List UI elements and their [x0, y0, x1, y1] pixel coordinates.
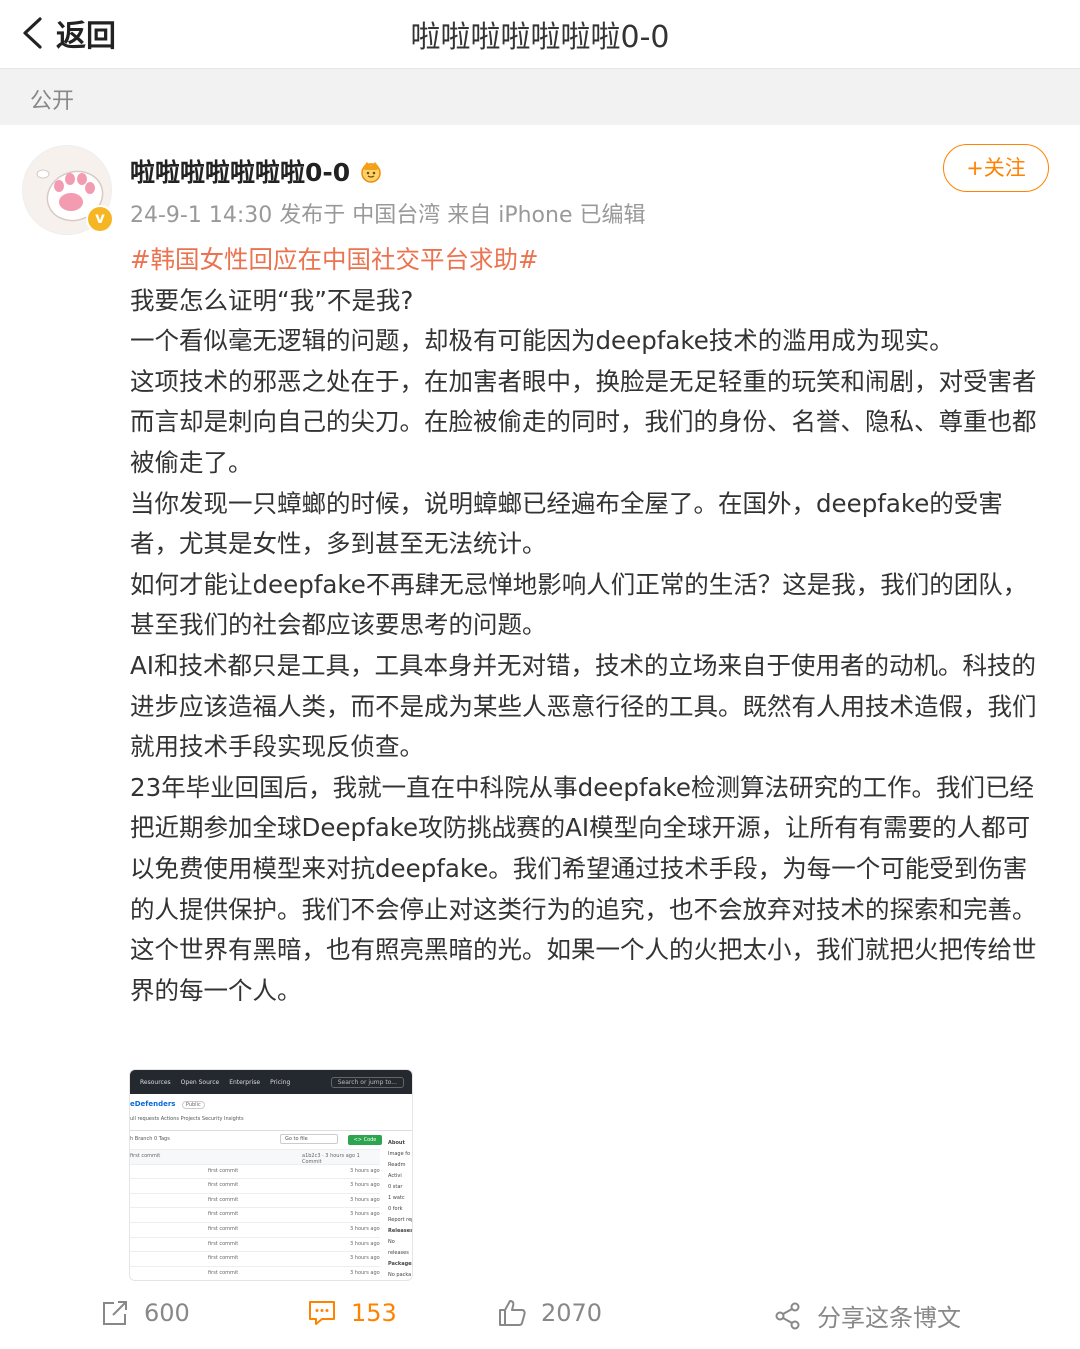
thumb-file-row: first commit 3 hours ago: [130, 1236, 380, 1252]
thumb-commit-label: first commit: [130, 1153, 161, 1159]
thumb-file-row: first commit 3 hours ago: [130, 1192, 380, 1208]
thumb-file-row: first commit 3 hours ago: [130, 1265, 380, 1280]
thumb-file-row: first commit 3 hours ago: [130, 1207, 380, 1222]
like-count: 2070: [541, 1299, 603, 1327]
thumb-nav-item: Open Source: [180, 1078, 220, 1086]
comment-icon: [309, 1301, 335, 1325]
post-image-thumbnail[interactable]: Resources Open Source Enterprise Pricing…: [129, 1069, 413, 1281]
thumb-toolbar: h Branch 0 Tags Go to file <> Code: [130, 1131, 412, 1149]
thumb-tabs: ull requests Actions Projects Security I…: [130, 1108, 412, 1131]
share-icon: [775, 1302, 800, 1329]
author-name-text: 啦啦啦啦啦啦啦0-0: [130, 158, 351, 187]
thumb-goto: Go to file: [280, 1134, 338, 1144]
repost-count: 600: [144, 1299, 190, 1327]
top-nav-bar: 返回 啦啦啦啦啦啦啦0-0: [0, 0, 1080, 69]
thumb-file-row: first commit 3 hours ago: [130, 1221, 380, 1237]
share-label: 分享这条博文: [817, 1304, 961, 1332]
post-meta: 24-9-1 14:30 发布于 中国台湾 来自 iPhone 已编辑: [130, 203, 646, 228]
post-content: #韩国女性回应在中国社交平台求助# 我要怎么证明“我”不是我? 一个看似毫无逻辑…: [130, 240, 1048, 1011]
visibility-strip: 公开: [0, 69, 1080, 125]
thumb-about-sidebar: About Image fo Readm Activi 0 star 1 wat…: [388, 1140, 413, 1278]
thumb-repo-text: eDefenders: [130, 1100, 176, 1108]
action-bar: 600 153 2070 分享这条博文: [0, 1284, 1080, 1348]
post-paragraph: 这项技术的邪恶之处在于，在加害者眼中，换脸是无足轻重的玩笑和闹剧，对受害者而言却…: [130, 366, 1037, 477]
hashtag-link[interactable]: #韩国女性回应在中国社交平台求助#: [130, 245, 539, 274]
repost-icon: [103, 1301, 127, 1325]
verified-badge-icon: v: [86, 205, 114, 233]
page-title: 啦啦啦啦啦啦啦0-0: [410, 20, 670, 55]
thumb-nav-item: Enterprise: [229, 1078, 261, 1086]
thumb-code-button: <> Code: [348, 1135, 382, 1145]
thumb-file-row: first commit 3 hours ago: [130, 1251, 380, 1266]
post-paragraph: 一个看似毫无逻辑的问题，却极有可能因为deepfake技术的滥用成为现实。: [130, 326, 954, 356]
post-paragraph: 我要怎么证明“我”不是我?: [130, 285, 414, 315]
follow-button[interactable]: +关注: [943, 144, 1049, 192]
post-paragraph: AI和技术都只是工具，工具本身并无对错，技术的立场来自于使用者的动机。科技的进步…: [130, 650, 1037, 762]
thumb-file-row: first commit 3 hours ago: [130, 1163, 380, 1179]
thumb-public-badge: Public: [181, 1101, 205, 1109]
thumb-github-header: Resources Open Source Enterprise Pricing…: [130, 1070, 412, 1094]
post-paragraph: 这个世界有黑暗，也有照亮黑暗的光。如果一个人的火把太小，我们就把火把传给世界的每…: [130, 935, 1037, 1005]
crown-badge-icon: [361, 162, 381, 183]
like-button[interactable]: 2070: [497, 1298, 602, 1328]
comment-button[interactable]: 153: [307, 1298, 397, 1328]
thumb-nav-item: Pricing: [270, 1078, 291, 1086]
thumb-commit-header: first commit a1b2c3 · 3 hours ago 1 Comm…: [130, 1149, 380, 1165]
thumb-file-row: first commit 3 hours ago: [130, 1178, 380, 1193]
visibility-label: 公开: [30, 89, 75, 114]
post-paragraph: 23年毕业回国后，我就一直在中科院从事deepfake检测算法研究的工作。我们已…: [130, 772, 1037, 924]
thumb-nav-item: Resources: [140, 1078, 171, 1086]
avatar[interactable]: v: [22, 145, 114, 235]
share-button[interactable]: 分享这条博文: [773, 1298, 961, 1333]
thumb-branch: h Branch 0 Tags: [130, 1136, 170, 1142]
thumb-search: Search or jump to...: [330, 1076, 404, 1088]
comment-count: 153: [351, 1299, 397, 1327]
thumb-repo-name: eDefenders Public: [130, 1094, 412, 1109]
thumb-about-title: About: [388, 1140, 405, 1146]
author-name[interactable]: 啦啦啦啦啦啦啦0-0: [130, 153, 384, 189]
repost-button[interactable]: 600: [100, 1298, 190, 1328]
thumbs-up-icon: [499, 1300, 526, 1326]
post-paragraph: 如何才能让deepfake不再肆无忌惮地影响人们正常的生活？这是我，我们的团队，…: [130, 569, 1028, 640]
post-paragraph: 当你发现一只蟑螂的时候，说明蟑螂已经遍布全屋了。在国外，deepfake的受害者…: [130, 488, 1003, 559]
